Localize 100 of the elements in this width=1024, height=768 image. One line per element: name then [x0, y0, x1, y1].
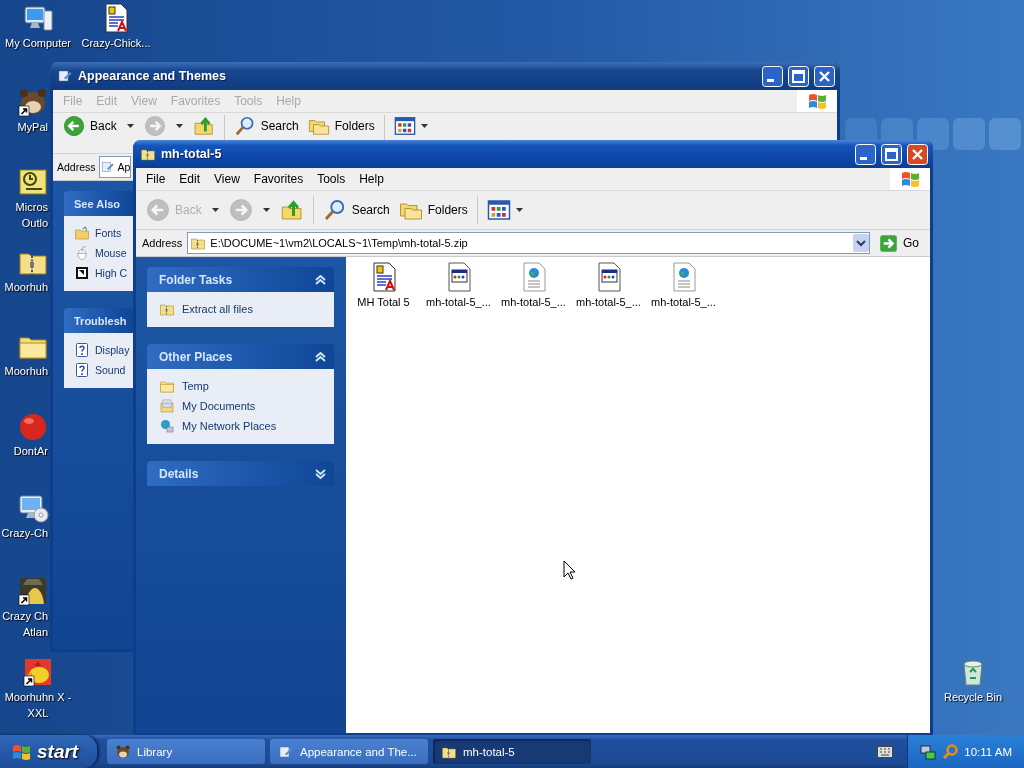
task-link[interactable]: Fonts — [74, 225, 133, 241]
expand-chevron-icon[interactable] — [314, 467, 327, 480]
folder-icon — [159, 378, 175, 394]
control-panel-icon — [278, 743, 294, 760]
task-link[interactable]: Mouse — [74, 245, 133, 261]
task-pane-header[interactable]: Folder Tasks — [147, 267, 334, 292]
address-field[interactable]: E:\DOCUME~1\vm2\LOCALS~1\Temp\mh-total-5.zip — [187, 232, 870, 254]
game-art-icon[interactable] — [17, 575, 49, 607]
task-pane-header[interactable]: Other Places — [147, 344, 334, 369]
computer-disc-icon[interactable] — [17, 492, 49, 524]
task-link[interactable]: My Network Places — [159, 418, 322, 434]
icon-label[interactable]: Atlan — [0, 626, 48, 639]
clock[interactable]: 10:11 AM — [964, 745, 1012, 758]
collapse-chevron-icon[interactable] — [314, 273, 327, 286]
back-button[interactable]: Back — [59, 115, 121, 137]
file-name[interactable]: MH Total 5 — [357, 296, 410, 308]
task-link[interactable]: Extract all files — [159, 301, 322, 317]
folders-button[interactable]: Folders — [394, 196, 472, 224]
menu-item[interactable]: Help — [352, 172, 391, 186]
help-icon — [74, 362, 90, 378]
task-link[interactable]: My Documents — [159, 398, 322, 414]
calendar-icon[interactable] — [17, 166, 49, 198]
contrast-icon — [74, 265, 90, 281]
go-icon — [879, 233, 898, 253]
task-pane-header[interactable]: Details — [147, 461, 334, 486]
task-pane-header[interactable]: See Also — [64, 191, 133, 216]
icon-label[interactable]: Moorhuh — [0, 365, 48, 378]
task-pane-title: See Also — [74, 197, 121, 210]
minimize-button[interactable] — [855, 143, 876, 165]
caret-icon — [420, 124, 428, 128]
start-button[interactable]: start — [0, 735, 97, 768]
minimize-button[interactable] — [762, 65, 783, 87]
taskbar-button[interactable]: mh-total-5 — [433, 739, 591, 764]
icon-label[interactable]: Crazy-Chick... — [81, 37, 151, 50]
search-button[interactable]: Search — [318, 196, 394, 224]
menu-item[interactable]: Tools — [310, 172, 353, 186]
close-button[interactable] — [814, 65, 835, 87]
task-pane-title: Troublesh — [74, 314, 127, 327]
forward-icon — [228, 198, 253, 222]
caret-icon — [262, 208, 270, 212]
address-text: Ap — [117, 161, 131, 173]
up-folder-icon — [279, 198, 304, 222]
menu-item[interactable]: Edit — [172, 172, 208, 186]
search-icon — [233, 115, 256, 137]
back-icon — [146, 198, 170, 222]
caret-icon — [211, 208, 219, 212]
views-icon — [393, 115, 416, 137]
icon-label[interactable]: Crazy Ch — [0, 610, 48, 623]
network-icon[interactable] — [920, 743, 937, 760]
control-panel-icon — [100, 160, 115, 174]
address-label: Address — [57, 161, 96, 173]
window-title: Appearance and Themes — [78, 69, 227, 83]
task-link[interactable]: High C — [74, 265, 133, 281]
close-button[interactable] — [907, 143, 928, 165]
documents-icon — [159, 398, 175, 414]
keyboard-icon[interactable] — [877, 745, 894, 758]
icon-label[interactable]: DontAr — [0, 445, 48, 458]
menu-item[interactable]: File — [139, 172, 173, 186]
icon-label[interactable]: Outlo — [0, 217, 48, 230]
file-name[interactable]: mh-total-5_... — [576, 296, 641, 308]
forward-icon — [143, 115, 166, 137]
menu-item[interactable]: Favorites — [246, 172, 311, 186]
maximize-button[interactable] — [788, 65, 809, 87]
menu-item[interactable]: View — [207, 172, 247, 186]
taskbar-button[interactable]: Appearance and The... — [270, 739, 428, 764]
collapse-chevron-icon[interactable] — [314, 350, 327, 363]
task-link[interactable]: Temp — [159, 378, 322, 394]
dropdown-button[interactable] — [853, 234, 869, 252]
file-name[interactable]: mh-total-5_... — [501, 296, 566, 308]
file-name[interactable]: mh-total-5_... — [426, 296, 491, 308]
icon-label[interactable]: Crazy-Ch — [0, 527, 48, 540]
font-folder-icon — [74, 225, 90, 241]
task-link[interactable]: Sound — [74, 362, 133, 378]
maximize-button[interactable] — [881, 143, 902, 165]
icon-label[interactable]: Moorhuhn X - — [4, 691, 72, 704]
address-field[interactable]: Ap — [98, 156, 132, 178]
file-name[interactable]: mh-total-5_... — [651, 296, 716, 308]
windows-logo-icon — [797, 90, 837, 112]
creature-icon — [115, 743, 131, 760]
folders-button[interactable]: Folders — [303, 115, 379, 137]
icon-label[interactable]: XXL — [27, 707, 49, 720]
back-icon — [63, 115, 85, 137]
views-icon — [486, 198, 511, 222]
caret-icon — [175, 124, 183, 128]
bird-icon[interactable] — [22, 656, 54, 688]
creature-icon[interactable] — [17, 86, 49, 118]
icon-label[interactable]: Moorhuh — [0, 281, 48, 294]
icon-label[interactable]: MyPal — [0, 121, 48, 134]
taskbar-button[interactable]: Library — [107, 739, 265, 764]
task-link[interactable]: Display — [74, 342, 133, 358]
windows-logo-icon — [890, 168, 930, 190]
icon-label[interactable]: Micros — [0, 201, 48, 214]
mouse-icon — [74, 245, 90, 261]
go-button[interactable]: Go — [875, 233, 927, 253]
search-button[interactable]: Search — [229, 115, 303, 137]
help-icon — [74, 342, 90, 358]
icon-label[interactable]: My Computer — [5, 37, 71, 50]
task-pane-header[interactable]: Troublesh — [64, 308, 133, 333]
icon-label[interactable]: Recycle Bin — [943, 691, 1003, 704]
task-pane-title: Details — [159, 466, 199, 481]
